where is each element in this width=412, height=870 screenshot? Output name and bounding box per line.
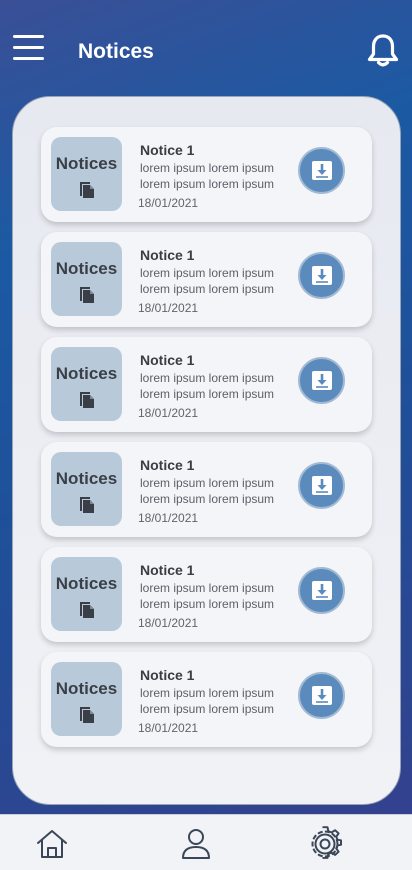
notice-body: lorem ipsum lorem ipsum lorem ipsum lore…: [140, 476, 275, 506]
page-title: Notices: [78, 40, 154, 63]
download-button[interactable]: [298, 147, 345, 194]
notice-thumbnail: Notices: [51, 137, 122, 211]
document-copy-icon: [79, 392, 94, 408]
notice-date: 18/01/2021: [138, 616, 199, 630]
notice-card[interactable]: Notices Notice 1 lorem ipsum lorem ipsum…: [41, 442, 372, 537]
download-button[interactable]: [298, 357, 345, 404]
notice-card[interactable]: Notices Notice 1 lorem ipsum lorem ipsum…: [41, 337, 372, 432]
document-copy-icon: [79, 497, 94, 513]
notice-thumbnail-label: Notices: [55, 574, 118, 593]
download-icon: [312, 266, 332, 285]
document-copy-icon: [79, 287, 94, 303]
notices-panel: Notices Notice 1 lorem ipsum lorem ipsum…: [12, 96, 401, 805]
menu-line: [13, 46, 44, 49]
notice-body: lorem ipsum lorem ipsum lorem ipsum lore…: [140, 161, 275, 191]
document-copy-icon: [79, 182, 94, 198]
nav-home[interactable]: [34, 826, 70, 862]
bell-icon: [367, 34, 399, 67]
menu-line: [13, 35, 44, 38]
notice-date: 18/01/2021: [138, 511, 199, 525]
download-icon: [312, 581, 332, 600]
notice-thumbnail-label: Notices: [55, 364, 118, 383]
notice-body: lorem ipsum lorem ipsum lorem ipsum lore…: [140, 266, 275, 296]
notice-card[interactable]: Notices Notice 1 lorem ipsum lorem ipsum…: [41, 547, 372, 642]
notice-title: Notice 1: [140, 667, 195, 683]
notice-body: lorem ipsum lorem ipsum lorem ipsum lore…: [140, 581, 275, 611]
nav-profile[interactable]: [178, 826, 214, 862]
download-button[interactable]: [298, 567, 345, 614]
notice-thumbnail-label: Notices: [55, 259, 118, 278]
notice-card[interactable]: Notices Notice 1 lorem ipsum lorem ipsum…: [41, 127, 372, 222]
notice-date: 18/01/2021: [138, 301, 199, 315]
notice-thumbnail: Notices: [51, 557, 122, 631]
notice-thumbnail: Notices: [51, 662, 122, 736]
notice-card[interactable]: Notices Notice 1 lorem ipsum lorem ipsum…: [41, 652, 372, 747]
download-icon: [312, 686, 332, 705]
notifications-button[interactable]: [365, 32, 401, 68]
app-header: Notices: [0, 0, 412, 96]
gear-icon: [311, 826, 342, 859]
notice-card[interactable]: Notices Notice 1 lorem ipsum lorem ipsum…: [41, 232, 372, 327]
notice-thumbnail: Notices: [51, 347, 122, 421]
bottom-navigation: [0, 814, 412, 870]
notice-title: Notice 1: [140, 247, 195, 263]
notice-thumbnail: Notices: [51, 242, 122, 316]
user-icon: [182, 829, 210, 859]
notice-body: lorem ipsum lorem ipsum lorem ipsum lore…: [140, 686, 275, 716]
notice-thumbnail-label: Notices: [55, 469, 118, 488]
notice-body: lorem ipsum lorem ipsum lorem ipsum lore…: [140, 371, 275, 401]
notice-title: Notice 1: [140, 142, 195, 158]
download-icon: [312, 476, 332, 495]
notice-date: 18/01/2021: [138, 196, 199, 210]
notice-thumbnail: Notices: [51, 452, 122, 526]
menu-button[interactable]: [13, 35, 44, 62]
notice-date: 18/01/2021: [138, 721, 199, 735]
nav-settings[interactable]: [307, 826, 343, 862]
notice-title: Notice 1: [140, 457, 195, 473]
notice-thumbnail-label: Notices: [55, 679, 118, 698]
download-icon: [312, 371, 332, 390]
download-button[interactable]: [298, 672, 345, 719]
document-copy-icon: [79, 602, 94, 618]
notice-date: 18/01/2021: [138, 406, 199, 420]
download-icon: [312, 161, 332, 180]
notice-title: Notice 1: [140, 562, 195, 578]
document-copy-icon: [79, 707, 94, 723]
menu-line: [13, 57, 44, 60]
download-button[interactable]: [298, 462, 345, 509]
download-button[interactable]: [298, 252, 345, 299]
home-icon: [37, 830, 67, 858]
notice-title: Notice 1: [140, 352, 195, 368]
notice-thumbnail-label: Notices: [55, 154, 118, 173]
